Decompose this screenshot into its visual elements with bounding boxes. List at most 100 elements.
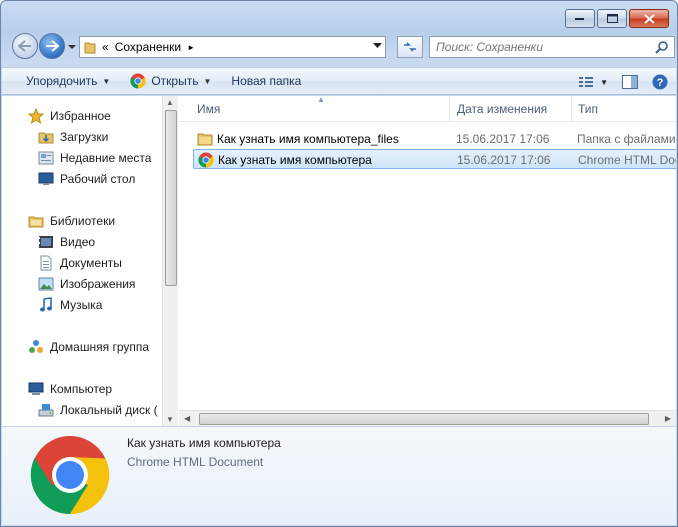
sidebar-item-label: Компьютер [50,382,113,396]
details-pane: Как узнать имя компьютера Chrome HTML Do… [2,426,676,525]
file-date: 15.06.2017 17:06 [456,132,550,146]
horizontal-scrollbar[interactable]: ◀ ▶ [179,410,676,426]
chevron-down-icon[interactable] [373,43,382,49]
sidebar-item-label: Библиотеки [50,214,116,228]
recent-pages-dropdown[interactable] [67,42,77,52]
column-type[interactable]: Тип [578,102,598,116]
main-area: Избранное Загрузки Недавние места Рабочи… [2,96,676,426]
chevron-down-icon: ▼ [102,76,111,86]
sidebar-item-recent[interactable]: Недавние места [38,148,151,168]
preview-pane-icon[interactable] [622,75,638,89]
scroll-left-arrow[interactable]: ◀ [184,414,190,423]
sidebar-item-documents[interactable]: Документы [38,253,122,273]
explorer-window: « Сохраненки ► Упорядочить ▼ [0,0,678,527]
sidebar-item-downloads[interactable]: Загрузки [38,127,108,147]
column-headers: ▲ Имя Дата изменения Тип [179,96,676,122]
new-folder-label: Новая папка [231,74,302,88]
back-button[interactable] [12,33,38,59]
computer-icon [28,382,44,395]
chrome-icon [30,436,110,515]
forward-button[interactable] [39,33,65,59]
scroll-right-arrow[interactable]: ▶ [665,414,671,423]
file-date: 15.06.2017 17:06 [457,153,551,167]
sidebar-item-local-disk[interactable]: Локальный диск ( [38,400,158,420]
sidebar-item-label: Локальный диск ( [60,403,158,417]
minimize-icon [575,17,584,20]
chevron-down-icon: ▼ [600,77,608,87]
documents-icon [40,255,52,271]
breadcrumb-overflow[interactable]: « [102,40,109,54]
maximize-button[interactable] [597,9,627,28]
star-icon [28,108,44,124]
navigation-pane: Избранное Загрузки Недавние места Рабочи… [2,96,162,426]
scroll-thumb[interactable] [199,413,649,425]
music-icon [40,297,52,312]
sidebar-item-label: Видео [60,235,96,249]
breadcrumb-current[interactable]: Сохраненки [115,40,181,54]
close-button[interactable] [629,9,669,28]
details-file-name: Как узнать имя компьютера [127,436,281,450]
column-date[interactable]: Дата изменения [457,102,547,116]
sidebar-item-label: Избранное [50,109,111,123]
breadcrumb-separator[interactable]: ► [187,43,195,52]
recent-places-icon [38,151,54,165]
column-name[interactable]: Имя [197,102,220,116]
sidebar-item-label: Загрузки [60,130,109,144]
video-icon [39,236,53,248]
sidebar-item-pictures[interactable]: Изображения [38,274,135,294]
view-list-icon [579,77,594,87]
folder-icon [84,42,96,54]
sidebar-item-computer[interactable]: Компьютер [28,379,112,399]
homegroup-icon [29,340,43,353]
sidebar-item-label: Документы [60,256,122,270]
refresh-button[interactable] [397,36,423,58]
scroll-up-arrow[interactable]: ▲ [166,98,174,107]
libraries-icon [28,216,44,228]
organize-label: Упорядочить [26,74,98,88]
file-type: Chrome HTML Document [578,153,676,167]
sidebar-item-label: Изображения [60,277,136,291]
scroll-down-arrow[interactable]: ▼ [166,415,174,424]
folder-icon [197,133,213,146]
toolbar-right: ▼ ? [578,70,668,94]
file-row-selected[interactable]: Как узнать имя компьютера 15.06.2017 17:… [193,149,676,169]
search-icon[interactable] [655,40,669,54]
pictures-icon [38,277,54,291]
sidebar-item-homegroup[interactable]: Домашняя группа [28,337,149,357]
open-label: Открыть [151,74,199,88]
open-button[interactable]: Открыть ▼ [120,69,221,93]
chrome-icon [198,152,214,168]
column-divider[interactable] [449,96,450,122]
navigation-scrollbar[interactable]: ▲ ▼ [162,96,178,426]
file-list: ▲ Имя Дата изменения Тип Как узнать имя … [179,96,676,426]
help-icon[interactable]: ? [652,74,668,90]
organize-button[interactable]: Упорядочить ▼ [16,69,120,93]
sidebar-item-label: Домашняя группа [50,340,150,354]
search-input[interactable] [436,40,646,54]
chrome-icon [130,73,146,89]
address-bar[interactable]: « Сохраненки ► [79,36,386,58]
sidebar-item-desktop[interactable]: Рабочий стол [38,169,135,189]
arrow-right-icon [46,40,59,52]
new-folder-button[interactable]: Новая папка [221,69,311,93]
desktop-icon [38,172,54,185]
file-name: Как узнать имя компьютера [218,153,372,167]
file-row[interactable]: Как узнать имя компьютера_files 15.06.20… [193,129,676,149]
sidebar-item-music[interactable]: Музыка [38,295,102,315]
column-divider[interactable] [571,96,572,122]
minimize-button[interactable] [565,9,595,28]
sidebar-item-video[interactable]: Видео [38,232,95,252]
chevron-down-icon: ▼ [203,76,212,86]
sidebar-item-libraries[interactable]: Библиотеки [28,211,115,231]
view-options-button[interactable]: ▼ [578,76,608,88]
file-type: Папка с файлами [577,132,676,146]
refresh-icon [404,42,416,52]
arrow-left-icon [18,40,31,52]
search-box[interactable] [429,36,675,58]
file-name: Как узнать имя компьютера_files [217,132,399,146]
details-file-type: Chrome HTML Document [127,455,264,469]
svg-text:?: ? [657,77,664,89]
sidebar-item-label: Рабочий стол [60,172,136,186]
sidebar-item-favorites[interactable]: Избранное [28,106,111,126]
scroll-thumb[interactable] [165,110,177,286]
